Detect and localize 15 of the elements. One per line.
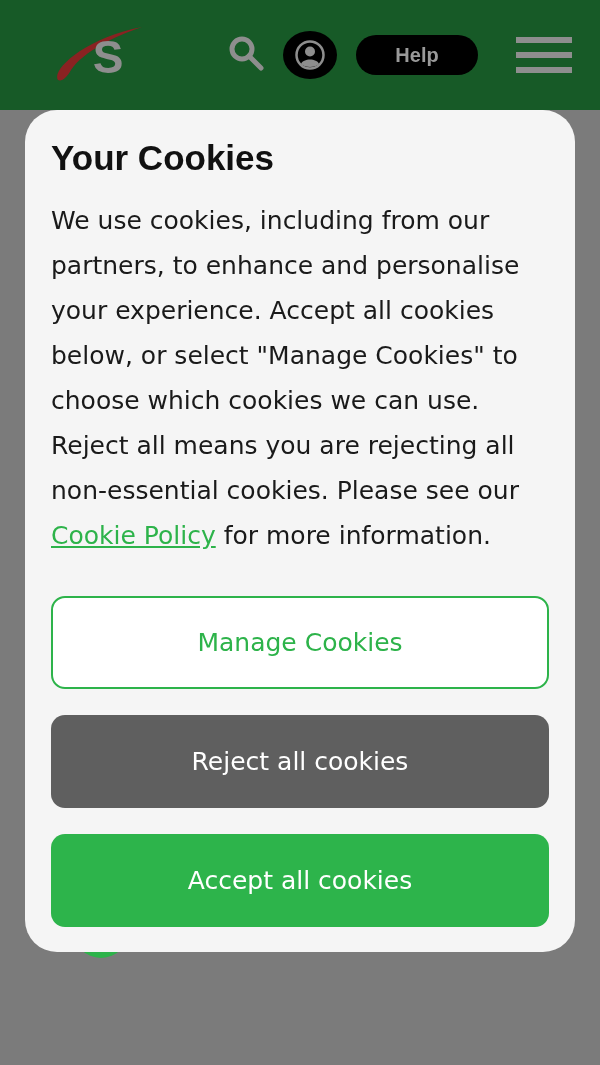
- cookie-policy-link[interactable]: Cookie Policy: [51, 521, 216, 550]
- help-button[interactable]: Help: [356, 35, 478, 75]
- search-icon: [228, 35, 264, 71]
- account-button[interactable]: [283, 31, 337, 79]
- dialog-title: Your Cookies: [51, 138, 275, 178]
- dialog-text: We use cookies, including from our partners, to enhance and personalise your experience. Accept all cookies below, or select "Manage Cookies" to choose which cookies we can use. Reject all means you are rejecting all non-essential cookies. Please see our Cookie Policy for more information.: [51, 205, 521, 552]
- reject-cookies-button[interactable]: Reject all cookies: [51, 715, 549, 808]
- menu-button[interactable]: [516, 37, 572, 73]
- manage-cookies-button[interactable]: Manage Cookies: [51, 596, 549, 689]
- swoosh-icon: [55, 26, 143, 82]
- search-button[interactable]: [228, 35, 264, 71]
- person-icon: [295, 40, 325, 70]
- accept-cookies-button[interactable]: Accept all cookies: [51, 834, 549, 927]
- menu-icon: [516, 37, 572, 73]
- logo-letter[interactable]: S: [92, 34, 124, 80]
